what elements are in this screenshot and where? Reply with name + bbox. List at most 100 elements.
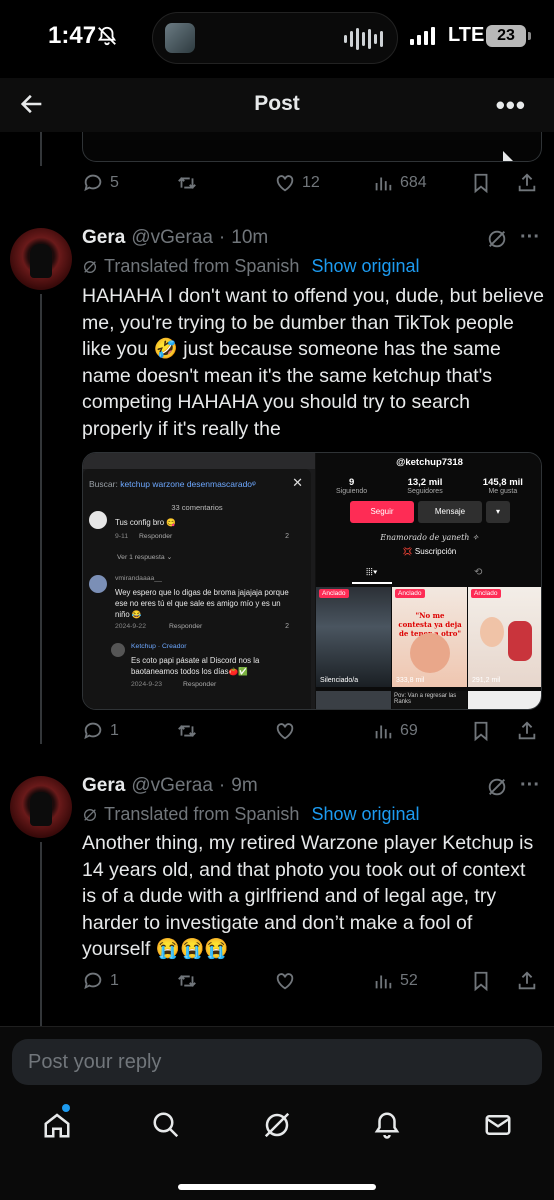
reply-input[interactable]: Post your reply <box>12 1039 542 1085</box>
home-icon[interactable] <box>42 1110 72 1140</box>
timestamp[interactable]: 10m <box>231 227 268 249</box>
views-button[interactable]: 684 <box>372 172 427 194</box>
reply-icon <box>84 174 102 192</box>
author-name[interactable]: Gera <box>82 227 125 249</box>
tweet-text: HAHAHA I don't want to offend you, dude,… <box>82 285 544 440</box>
like-button[interactable]: 12 <box>274 172 320 194</box>
tiktok-message-button: Mensaje <box>418 501 482 523</box>
bookmark-icon <box>474 173 488 194</box>
tiktok-bio: Enamorado de yaneth ✧ <box>380 533 479 542</box>
tiktok-video-grid: Anclado Silenciado/a Anclado "No me cont… <box>316 587 541 709</box>
like-button[interactable] <box>274 970 296 992</box>
bookmark-icon <box>474 721 488 742</box>
more-options-icon[interactable]: ••• <box>496 90 526 121</box>
app-thumbnail <box>165 23 195 53</box>
reply-bar: Post your reply <box>0 1026 554 1096</box>
view-count: 69 <box>400 722 418 739</box>
tweet-actions: 1 52 <box>82 970 542 996</box>
heart-icon <box>276 723 294 740</box>
translation-notice: Translated from Spanish Show original <box>82 804 420 825</box>
tiktok-dropdown-icon: ▾ <box>486 501 510 523</box>
tweet-text: Another thing, my retired Warzone player… <box>82 832 534 960</box>
avatar[interactable] <box>10 228 72 290</box>
translation-notice: Translated from Spanish Show original <box>82 256 420 277</box>
grid-tab-icon: ⦙⦙⦙▾ <box>366 567 378 578</box>
share-button[interactable] <box>516 720 538 742</box>
repost-icon <box>178 177 196 189</box>
media-comment: vmirandaaaa__ Wey espero que lo digas de… <box>89 575 303 631</box>
repost-button[interactable] <box>176 720 198 742</box>
tiktok-follow-button: Seguir <box>350 501 414 523</box>
reply-count: 1 <box>110 722 119 739</box>
view-count: 52 <box>400 972 418 989</box>
share-button[interactable] <box>516 970 538 992</box>
view-count: 684 <box>400 174 427 191</box>
share-icon <box>518 173 536 192</box>
media-search-bar: Buscar: ketchup warzone desenmascaradoᵠ <box>89 479 256 489</box>
previous-post-media[interactable] <box>82 132 542 162</box>
messages-icon[interactable] <box>483 1110 513 1140</box>
analytics-icon <box>375 177 392 191</box>
reply-icon <box>84 722 102 740</box>
views-button[interactable]: 69 <box>372 720 418 742</box>
tweet-media-image[interactable]: Buscar: ketchup warzone desenmascaradoᵠ … <box>82 452 542 710</box>
tiktok-tabs: ⦙⦙⦙▾ ⟲ <box>316 567 541 584</box>
author-name[interactable]: Gera <box>82 775 125 797</box>
bookmark-button[interactable] <box>470 970 492 992</box>
thread-line <box>40 132 42 166</box>
reply-button[interactable]: 5 <box>82 172 119 194</box>
reply-button[interactable]: 1 <box>82 720 119 742</box>
media-comment: Tus config bro 😋 9-11 Responder 2 <box>89 511 303 545</box>
translated-label: Translated from Spanish <box>104 256 300 276</box>
status-time: 1:47 <box>48 22 97 49</box>
avatar[interactable] <box>10 776 72 838</box>
video-thumb: Anclado 291,2 mil <box>468 587 541 687</box>
heart-icon <box>276 973 294 990</box>
grok-icon[interactable] <box>262 1110 292 1140</box>
share-button[interactable] <box>516 172 538 194</box>
author-handle[interactable]: @vGeraa <box>131 227 213 249</box>
tweet-more-icon[interactable]: ··· <box>520 774 540 797</box>
battery-icon: 23 <box>486 25 531 47</box>
thread-line <box>40 842 42 1026</box>
show-original-link[interactable]: Show original <box>311 804 419 825</box>
repost-tab-icon: ⟲ <box>474 567 483 578</box>
like-count: 12 <box>302 174 320 191</box>
thread-line <box>40 294 42 744</box>
repost-icon <box>178 725 196 737</box>
tiktok-stats: 9 Siguiendo 13,2 mil Seguidores 145,8 mil M… <box>336 477 523 495</box>
repost-button[interactable] <box>176 172 198 194</box>
signal-icon <box>410 27 435 45</box>
top-bar: Post ••• <box>0 78 554 132</box>
tiktok-subscription: 💢 Suscripción <box>402 547 457 556</box>
separator: · <box>218 775 226 796</box>
view-replies: Ver 1 respuesta ⌄ <box>117 554 173 561</box>
repost-icon <box>178 975 196 987</box>
media-comment: Ketchup · Creador Es coto papi pásate al… <box>111 643 301 695</box>
tiktok-profile-panel: @ketchup7318 9 Siguiendo 13,2 mil Seguidor… <box>316 453 541 709</box>
timestamp[interactable]: 9m <box>231 775 257 797</box>
bookmark-button[interactable] <box>470 172 492 194</box>
network-type: LTE <box>448 24 485 46</box>
bookmark-button[interactable] <box>470 720 492 742</box>
dynamic-island[interactable] <box>152 12 398 64</box>
author-handle[interactable]: @vGeraa <box>131 775 213 797</box>
repost-button[interactable] <box>176 970 198 992</box>
tiktok-comments-panel: Buscar: ketchup warzone desenmascaradoᵠ … <box>83 453 315 709</box>
grok-icon[interactable] <box>486 228 508 250</box>
like-button[interactable] <box>274 720 296 742</box>
views-button[interactable]: 52 <box>372 970 418 992</box>
separator: · <box>218 227 226 248</box>
reply-button[interactable]: 1 <box>82 970 119 992</box>
search-icon[interactable] <box>151 1110 181 1140</box>
grok-icon[interactable] <box>486 776 508 798</box>
audio-wave-icon <box>344 27 383 51</box>
video-thumb: Anclado Silenciado/a <box>316 587 391 687</box>
translate-icon <box>84 808 96 821</box>
tweet-more-icon[interactable]: ··· <box>520 226 540 249</box>
show-original-link[interactable]: Show original <box>311 256 419 277</box>
notifications-bell-icon[interactable] <box>372 1110 402 1140</box>
page-title: Post <box>254 92 300 115</box>
bookmark-icon <box>474 971 488 992</box>
comment-count: 33 comentarios <box>171 503 223 512</box>
